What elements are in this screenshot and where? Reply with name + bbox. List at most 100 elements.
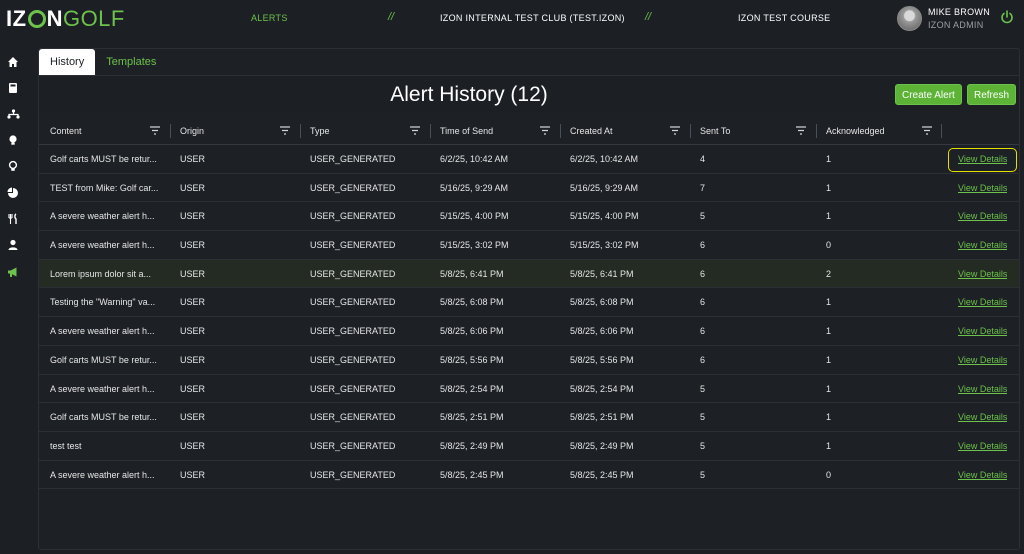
cell-type: USER_GENERATED [310,297,396,308]
megaphone-icon[interactable] [6,265,20,279]
table-row[interactable]: A severe weather alert h... USER USER_GENE… [39,231,1019,260]
cell-type: USER_GENERATED [310,268,396,279]
table-row[interactable]: A severe weather alert h... USER USER_GENE… [39,202,1019,232]
view-details-link[interactable]: View Details [958,288,1007,316]
column-divider[interactable] [941,124,942,138]
pie-chart-icon[interactable] [6,186,20,200]
column-divider[interactable] [430,124,431,138]
column-divider[interactable] [170,124,171,138]
cell-time-of-send: 5/8/25, 2:45 PM [440,469,504,480]
cell-origin: USER [180,154,206,164]
cell-sent-to: 5 [700,440,706,451]
cell-time-of-send: 5/8/25, 6:08 PM [440,297,504,308]
table-body: Golf carts MUST be retur... USER USER_GENE… [39,145,1019,490]
view-details-link[interactable]: View Details [958,174,1007,202]
user-icon[interactable] [6,238,20,252]
tab-templates[interactable]: Templates [95,49,167,75]
column-header-time-of-send[interactable]: Time of Send [440,117,493,145]
create-alert-button[interactable]: Create Alert [895,84,962,105]
cell-created-at: 5/8/25, 2:51 PM [570,412,634,423]
column-divider[interactable] [560,124,561,138]
nav-separator: // [388,11,395,23]
cell-origin: USER [180,326,206,337]
column-header-acknowledged[interactable]: Acknowledged [826,117,885,145]
table-row[interactable]: A severe weather alert h... USER USER_GENE… [39,461,1019,490]
cell-acknowledged: 1 [826,211,832,222]
cell-created-at: 5/8/25, 5:56 PM [570,354,634,365]
filter-icon[interactable] [922,126,932,135]
view-details-link[interactable]: View Details [958,461,1007,489]
cell-created-at: 5/15/25, 3:02 PM [570,240,639,251]
cell-time-of-send: 5/8/25, 6:41 PM [440,268,504,279]
filter-icon[interactable] [540,126,550,135]
filter-icon[interactable] [280,126,290,135]
logo-ring-icon [27,10,46,28]
cell-acknowledged: 1 [826,297,832,308]
table-row[interactable]: A severe weather alert h... USER USER_GENE… [39,375,1019,404]
bulb-outline-icon[interactable] [6,159,20,173]
column-header-content[interactable]: Content [50,117,82,145]
cell-created-at: 5/8/25, 2:54 PM [570,383,634,394]
cell-created-at: 5/8/25, 6:06 PM [570,326,634,337]
view-details-link[interactable]: View Details [958,317,1007,345]
cell-origin: USER [180,412,206,423]
filter-icon[interactable] [410,126,420,135]
table-row[interactable]: Testing the "Warning" va... USER USER_GENE… [39,288,1019,318]
nav-alerts-link[interactable]: ALERTS [251,13,288,23]
column-header-type[interactable]: Type [310,117,330,145]
cell-content: Golf carts MUST be retur... [50,154,157,164]
cell-created-at: 6/2/25, 10:42 AM [570,154,639,164]
home-icon[interactable] [6,55,20,69]
column-header-sent-to[interactable]: Sent To [700,117,730,145]
cell-acknowledged: 1 [826,354,832,365]
cell-origin: USER [180,211,206,222]
cell-type: USER_GENERATED [310,383,396,394]
table-row[interactable]: TEST from Mike: Golf car... USER USER_GENE… [39,174,1019,203]
filter-icon[interactable] [796,126,806,135]
nav-club-selector[interactable]: IZON INTERNAL TEST CLUB (TEST.IZON) [440,13,625,23]
view-details-link[interactable]: View Details [958,375,1007,403]
table-row[interactable]: Golf carts MUST be retur... USER USER_GENE… [39,145,1019,174]
table-row[interactable]: Lorem ipsum dolor sit a... USER USER_GENER… [39,259,1019,289]
sidebar [0,38,26,554]
view-details-link[interactable]: View Details [958,432,1007,460]
power-icon[interactable] [1000,10,1014,24]
izon-golf-logo[interactable]: IZ NGOLF [6,6,125,32]
cell-origin: USER [180,469,206,480]
filter-icon[interactable] [670,126,680,135]
cell-sent-to: 6 [700,354,706,365]
column-divider[interactable] [816,124,817,138]
nav-course-selector[interactable]: IZON TEST COURSE [738,13,830,23]
filter-icon[interactable] [150,126,160,135]
cell-time-of-send: 6/2/25, 10:42 AM [440,154,509,164]
cell-sent-to: 4 [700,154,706,164]
tab-history[interactable]: History [39,49,96,75]
cell-sent-to: 6 [700,268,706,279]
logo-text-n: N [46,6,63,31]
alert-history-table: Content Origin Type Time of Send Created… [39,117,1019,490]
book-icon[interactable] [6,81,20,95]
view-details-link[interactable]: View Details [958,403,1007,431]
table-row[interactable]: Golf carts MUST be retur... USER USER_GENE… [39,346,1019,375]
network-icon[interactable] [6,107,20,121]
cell-sent-to: 6 [700,326,706,337]
cell-origin: USER [180,297,206,308]
column-divider[interactable] [300,124,301,138]
column-divider[interactable] [690,124,691,138]
bulb-icon[interactable] [6,133,20,147]
utensils-icon[interactable] [6,212,20,226]
table-row[interactable]: A severe weather alert h... USER USER_GENE… [39,317,1019,346]
avatar[interactable] [897,6,922,31]
refresh-button[interactable]: Refresh [967,84,1017,105]
table-row[interactable]: test test USER USER_GENERATED 5/8/25, 2:49 … [39,432,1019,461]
view-details-link[interactable]: View Details [958,260,1007,288]
cell-sent-to: 5 [700,412,706,423]
view-details-link[interactable]: View Details [958,231,1007,259]
table-row[interactable]: Golf carts MUST be retur... USER USER_GENE… [39,403,1019,432]
view-details-link[interactable]: View Details [958,346,1007,374]
cell-acknowledged: 0 [826,469,832,480]
column-header-created-at[interactable]: Created At [570,117,613,145]
cell-content: Testing the "Warning" va... [50,297,156,308]
column-header-origin[interactable]: Origin [180,117,204,145]
view-details-link[interactable]: View Details [958,202,1007,230]
